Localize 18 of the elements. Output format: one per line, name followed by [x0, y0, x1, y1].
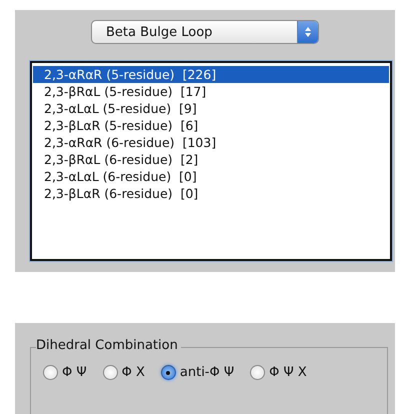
stepper-icon: [297, 21, 318, 43]
list-item[interactable]: 2,3-βLαR (6-residue) [0]: [33, 185, 389, 202]
radio-button[interactable]: [160, 365, 176, 380]
list-item[interactable]: 2,3-βRαL (6-residue) [2]: [33, 151, 389, 168]
list-item[interactable]: 2,3-αLαL (6-residue) [0]: [33, 168, 389, 185]
radio-option[interactable]: anti-Φ Ψ: [160, 365, 234, 380]
radio-option[interactable]: Φ Ψ X: [250, 365, 307, 380]
list-item[interactable]: 2,3-αRαR (6-residue) [103]: [33, 134, 389, 151]
radio-button[interactable]: [102, 365, 118, 380]
radio-option[interactable]: Φ X: [102, 365, 145, 380]
list-item[interactable]: 2,3-αRαR (5-residue) [226]: [33, 66, 389, 83]
list-item[interactable]: 2,3-αLαL (5-residue) [9]: [33, 100, 389, 117]
loop-type-dropdown[interactable]: Beta Bulge Loop: [91, 20, 319, 44]
radio-option[interactable]: Φ Ψ: [43, 365, 87, 380]
radio-button[interactable]: [43, 365, 58, 380]
radio-button[interactable]: [250, 365, 266, 380]
list-item[interactable]: 2,3-βLαR (5-residue) [6]: [33, 117, 389, 134]
list-item[interactable]: 2,3-βRαL (5-residue) [17]: [33, 83, 389, 100]
